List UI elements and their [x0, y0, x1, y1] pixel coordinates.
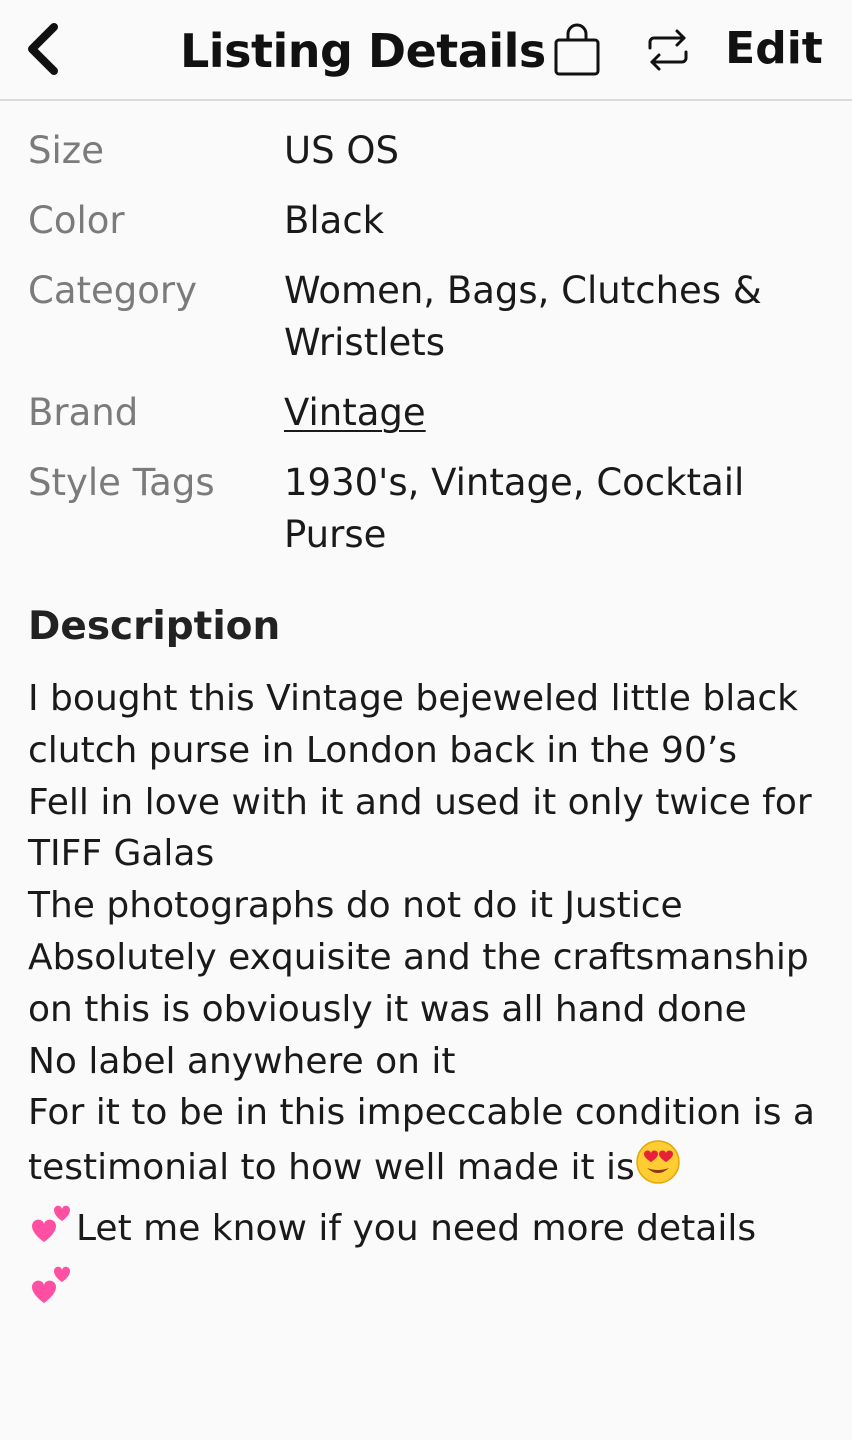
- chevron-left-icon: [28, 23, 58, 75]
- repost-icon: [648, 29, 688, 71]
- top-nav-bar: Listing Details Edit: [0, 0, 852, 101]
- description-text: I bought this Vintage bejeweled little b…: [28, 673, 828, 1322]
- detail-label: Category: [28, 269, 198, 312]
- repost-button[interactable]: [640, 20, 696, 80]
- detail-label: Brand: [28, 391, 139, 434]
- detail-row-color: Color Black: [0, 195, 852, 247]
- detail-label: Style Tags: [28, 461, 215, 504]
- shopping-bag-button[interactable]: [548, 18, 606, 82]
- description-line: I bought this Vintage bejeweled little b…: [28, 678, 810, 771]
- two-hearts-emoji-icon: [28, 1261, 76, 1322]
- detail-value: US OS: [284, 129, 399, 172]
- heart-eyes-emoji-icon: [635, 1139, 681, 1200]
- brand-link[interactable]: Vintage: [284, 387, 824, 439]
- detail-value: 1930's, Vintage, Cocktail Purse: [284, 461, 745, 556]
- edit-button[interactable]: Edit: [722, 18, 826, 80]
- description-heading: Description: [28, 604, 281, 649]
- detail-value: Women, Bags, Clutches & Wristlets: [284, 269, 762, 364]
- detail-row-category: Category Women, Bags, Clutches & Wristle…: [0, 265, 852, 369]
- description-line: No label anywhere on it: [28, 1040, 456, 1082]
- page-title: Listing Details: [180, 24, 546, 78]
- back-button[interactable]: [14, 16, 70, 82]
- shopping-bag-icon: [554, 23, 600, 76]
- description-line: Fell in love with it and used it only tw…: [28, 781, 824, 875]
- description-line: Let me know if you need more details: [76, 1207, 757, 1249]
- listing-details-table: Size US OS Color Black Category Women, B…: [0, 101, 852, 561]
- detail-value: Black: [284, 199, 385, 242]
- detail-row-size: Size US OS: [0, 125, 852, 177]
- description-line: The photographs do not do it Justice: [28, 885, 683, 927]
- description-line: For it to be in this impeccable conditio…: [28, 1092, 827, 1189]
- detail-row-brand: Brand Vintage: [0, 387, 852, 439]
- detail-label: Size: [28, 129, 104, 172]
- detail-row-style-tags: Style Tags 1930's, Vintage, Cocktail Pur…: [0, 457, 852, 561]
- two-hearts-emoji-icon: [28, 1200, 76, 1261]
- detail-label: Color: [28, 199, 125, 242]
- description-line: Absolutely exquisite and the craftsmansh…: [28, 936, 821, 1030]
